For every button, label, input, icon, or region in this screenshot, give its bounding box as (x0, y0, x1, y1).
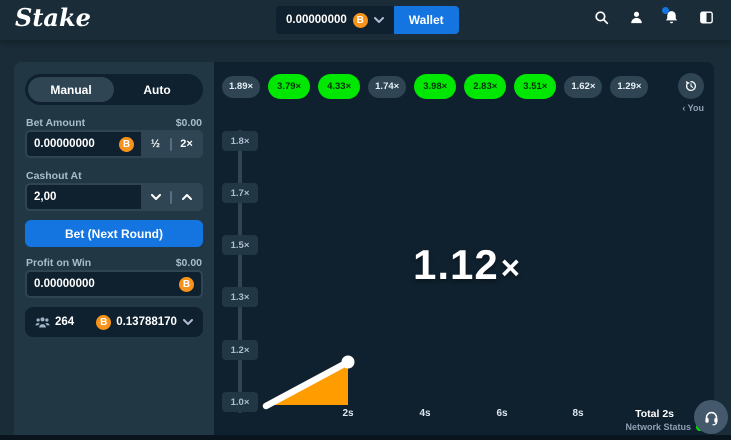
support-chat-button[interactable] (694, 400, 728, 434)
cashout-increase-button[interactable] (172, 185, 201, 209)
balance-display[interactable]: 0.00000000 B (276, 6, 394, 34)
total-wagered-group: B 0.13788170 (96, 315, 183, 330)
crash-curve (214, 62, 714, 435)
wallet-button[interactable]: Wallet (394, 6, 459, 34)
x-axis-tick: 8s (563, 408, 593, 419)
bet-amount-usd: $0.00 (176, 117, 202, 129)
search-icon[interactable] (593, 9, 610, 26)
notification-dot (662, 7, 669, 14)
user-icon[interactable] (628, 9, 645, 26)
players-count-group: 264 (35, 316, 74, 329)
round-players-summary[interactable]: 264 B 0.13788170 (25, 307, 203, 337)
bet-mode-toggle: Manual Auto (25, 74, 203, 105)
curve-head-dot (342, 356, 355, 369)
double-bet-button[interactable]: 2× (172, 132, 201, 156)
chevron-down-icon[interactable] (374, 17, 384, 23)
bell-icon[interactable] (663, 9, 680, 26)
cashout-steppers (141, 185, 201, 209)
cashout-field: 2,00 (25, 183, 203, 211)
network-status: Network Status (544, 422, 704, 432)
players-icon (35, 316, 50, 329)
top-nav: Stake 0.00000000 B Wallet (0, 0, 731, 40)
btc-icon: B (96, 315, 111, 330)
profit-input[interactable]: 0.00000000 (27, 278, 179, 290)
half-bet-button[interactable]: ½ (141, 132, 170, 156)
crash-chart-area: 1.89× 3.79× 4.33× 1.74× 3.98× 2.83× 3.51… (214, 62, 714, 435)
btc-icon: B (179, 277, 194, 292)
bet-panel: Manual Auto Bet Amount $0.00 0.00000000 … (14, 62, 214, 435)
balance-group: 0.00000000 B Wallet (276, 6, 459, 34)
cashout-decrease-button[interactable] (141, 185, 170, 209)
nav-icons (593, 9, 715, 26)
btc-icon: B (119, 137, 134, 152)
page-bottom-edge (0, 435, 731, 440)
sidebar-panel-icon[interactable] (698, 9, 715, 26)
total-time-label: Total 2s (594, 408, 674, 420)
balance-amount: 0.00000000 (286, 14, 347, 26)
tab-auto[interactable]: Auto (114, 77, 200, 102)
headset-icon (703, 409, 720, 426)
tab-manual[interactable]: Manual (28, 77, 114, 102)
bet-amount-modifiers: ½ 2× (141, 132, 201, 156)
x-axis-tick: 4s (410, 408, 440, 419)
bet-amount-field: 0.00000000 B ½ 2× (25, 130, 203, 158)
profit-usd: $0.00 (176, 257, 202, 269)
btc-icon: B (353, 13, 368, 28)
cashout-label: Cashout At (26, 170, 82, 182)
chevron-down-icon[interactable] (183, 319, 193, 325)
bet-amount-input[interactable]: 0.00000000 (27, 138, 119, 150)
crash-game-screen: Stake 0.00000000 B Wallet (0, 0, 731, 440)
bet-amount-label: Bet Amount (26, 117, 85, 129)
profit-label: Profit on Win (26, 257, 91, 269)
total-wagered: 0.13788170 (116, 316, 177, 328)
profit-field: 0.00000000 B (25, 270, 203, 298)
x-axis-tick: 6s (487, 408, 517, 419)
cashout-input[interactable]: 2,00 (27, 191, 141, 203)
network-status-label: Network Status (625, 422, 691, 432)
x-axis-tick: 2s (333, 408, 363, 419)
stake-logo[interactable]: Stake (15, 3, 91, 32)
bet-button[interactable]: Bet (Next Round) (25, 220, 203, 247)
players-count: 264 (55, 316, 74, 328)
